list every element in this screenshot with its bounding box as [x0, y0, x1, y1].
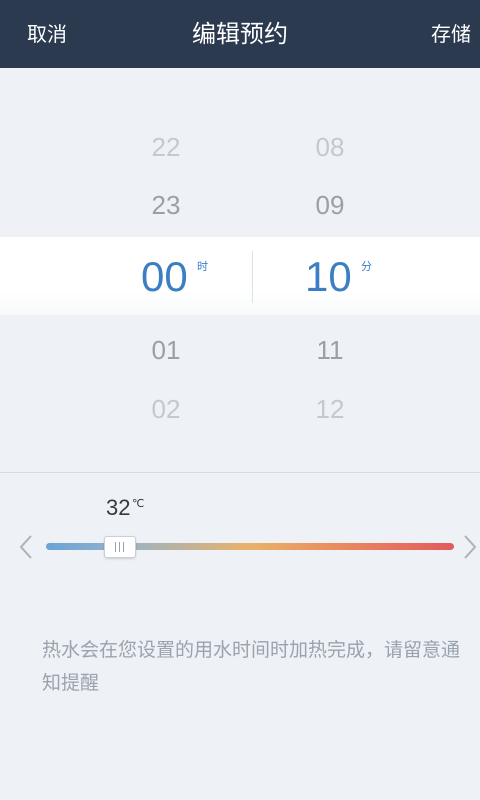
hour-option[interactable]: 23 — [86, 190, 246, 221]
chevron-right-icon[interactable] — [462, 532, 478, 562]
temperature-slider-thumb[interactable] — [104, 536, 136, 558]
minute-option[interactable]: 11 — [250, 335, 410, 366]
grip-line — [119, 542, 120, 552]
grip-line — [123, 542, 124, 552]
temperature-value: 32 — [106, 495, 131, 520]
hour-unit-label: 时 — [197, 260, 208, 273]
save-button[interactable]: 存储 — [431, 0, 471, 68]
section-divider — [0, 472, 480, 473]
hour-option[interactable]: 22 — [86, 132, 246, 163]
notice-text: 热水会在您设置的用水时间时加热完成，请留意通知提醒 — [42, 639, 461, 694]
temperature-unit: ℃ — [132, 497, 145, 510]
selected-hour[interactable]: 00 — [141, 256, 188, 298]
selected-minute[interactable]: 10 — [305, 256, 352, 298]
time-picker[interactable]: 22 23 01 02 08 09 11 12 00 时 10 分 — [0, 68, 480, 473]
chevron-left-icon[interactable] — [18, 532, 34, 562]
grip-line — [115, 542, 116, 552]
page-title: 编辑预约 — [192, 20, 288, 48]
hour-option[interactable]: 01 — [86, 335, 246, 366]
hour-option[interactable]: 02 — [86, 394, 246, 425]
minute-unit-label: 分 — [361, 260, 372, 273]
top-bar: 取消 编辑预约 存储 — [0, 0, 480, 68]
minute-option[interactable]: 12 — [250, 394, 410, 425]
minute-option[interactable]: 09 — [250, 190, 410, 221]
minute-option[interactable]: 08 — [250, 132, 410, 163]
